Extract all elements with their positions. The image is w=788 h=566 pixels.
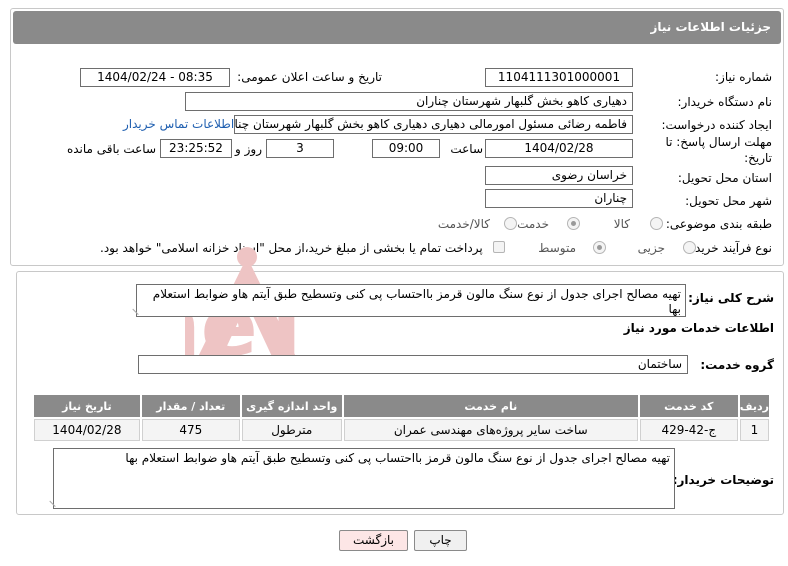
need-details-page: جزئیات اطلاعات نیاز شماره نیاز: 11041113… [0, 0, 788, 566]
back-button[interactable]: بازگشت [339, 530, 408, 551]
province-label: استان محل تحویل: [677, 171, 772, 185]
buyer-notes-label: توضیحات خریدار: [672, 473, 774, 487]
col-quantity: تعداد / مقدار [141, 395, 240, 417]
cell-row: 1 [739, 419, 769, 441]
service-group-field[interactable]: ساختمان [138, 355, 688, 374]
buyer-contact-link[interactable]: اطلاعات تماس خریدار [123, 117, 234, 131]
col-service-code: کد خدمت [639, 395, 738, 417]
col-unit: واحد اندازه گیری [241, 395, 342, 417]
deadline-label: مهلت ارسال پاسخ: تا تاریخ: [665, 135, 772, 165]
category-label: طبقه بندی موضوعی: [665, 217, 772, 231]
days-label: روز و [235, 142, 262, 156]
services-table: ردیف کد خدمت نام خدمت واحد اندازه گیری ت… [32, 393, 771, 443]
cell-unit: مترطول [241, 419, 342, 441]
buyer-notes-textarea[interactable]: تهیه مصالح اجرای جدول از نوع سنگ مالون ق… [49, 448, 675, 509]
process-minor-label: جزیی [637, 241, 665, 255]
cell-service-code: ج-42-429 [639, 419, 738, 441]
summary-text: تهیه مصالح اجرای جدول از نوع سنگ مالون ق… [152, 287, 681, 316]
process-label: نوع فرآیند خرید : [687, 241, 772, 255]
process-medium-radio[interactable] [593, 241, 606, 254]
buyer-label: نام دستگاه خریدار: [677, 95, 773, 109]
remaining-label: ساعت باقی مانده [66, 142, 156, 156]
process-minor-radio[interactable] [683, 241, 696, 254]
treasury-payment-note: پرداخت تمام یا بخشی از مبلغ خرید،از محل … [100, 241, 483, 255]
table-row[interactable]: 1 ج-42-429 ساخت سایر پروژه‌های مهندسی عم… [34, 419, 769, 441]
deadline-time-label: ساعت [450, 142, 483, 156]
announce-datetime-value: 1404/02/24 - 08:35 [97, 70, 213, 84]
service-group-label: گروه خدمت: [700, 358, 774, 372]
cell-quantity: 475 [141, 419, 240, 441]
announce-label: تاریخ و ساعت اعلان عمومی: [237, 70, 382, 84]
province-field[interactable]: خراسان رضوی [485, 166, 633, 185]
buyer-notes-text: تهیه مصالح اجرای جدول از نوع سنگ مالون ق… [125, 451, 670, 465]
category-goods-service-radio[interactable] [504, 217, 517, 230]
creator-field[interactable]: فاطمه رضائی مسئول امورمالی دهیاری دهیاری… [234, 115, 633, 134]
category-service-radio[interactable] [567, 217, 580, 230]
days-field[interactable]: 3 [266, 139, 334, 158]
city-field[interactable]: چناران [485, 189, 633, 208]
category-service-label: خدمت [517, 217, 549, 231]
col-row: ردیف [739, 395, 769, 417]
category-goods-label: کالا [613, 217, 630, 231]
services-section-title: اطلاعات خدمات مورد نیاز [623, 321, 774, 335]
category-goods-radio[interactable] [650, 217, 663, 230]
buyer-field[interactable]: دهیاری کاهو بخش گلبهار شهرستان چناران [185, 92, 633, 111]
col-need-date: تاریخ نیاز [34, 395, 140, 417]
treasury-payment-checkbox[interactable] [493, 241, 505, 253]
need-number-field[interactable]: 1104111301000001 [485, 68, 633, 87]
need-number-label: شماره نیاز: [715, 70, 772, 84]
cell-need-date: 1404/02/28 [34, 419, 140, 441]
deadline-time-field[interactable]: 09:00 [372, 139, 440, 158]
print-button[interactable]: چاپ [414, 530, 467, 551]
creator-label: ایجاد کننده درخواست: [661, 118, 772, 132]
page-header: جزئیات اطلاعات نیاز [13, 11, 781, 44]
col-service-name: نام خدمت [343, 395, 638, 417]
process-medium-label: متوسط [538, 241, 576, 255]
deadline-date-field[interactable]: 1404/02/28 [485, 139, 633, 158]
city-label: شهر محل تحویل: [685, 194, 772, 208]
summary-textarea[interactable]: تهیه مصالح اجرای جدول از نوع سنگ مالون ق… [132, 284, 686, 317]
remaining-time-field[interactable]: 23:25:52 [160, 139, 232, 158]
summary-label: شرح کلی نیاز: [688, 291, 774, 305]
category-goods-service-label: کالا/خدمت [437, 217, 490, 231]
table-header-row: ردیف کد خدمت نام خدمت واحد اندازه گیری ت… [34, 395, 769, 417]
cell-service-name: ساخت سایر پروژه‌های مهندسی عمران [343, 419, 638, 441]
announce-datetime-field[interactable]: 1404/02/24 - 08:35 [80, 68, 230, 87]
